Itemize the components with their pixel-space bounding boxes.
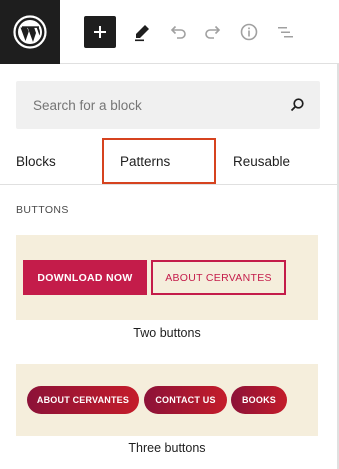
tools-button[interactable]	[126, 16, 158, 48]
redo-icon	[205, 25, 221, 39]
list-view-button[interactable]	[269, 16, 301, 48]
wordpress-logo-button[interactable]	[0, 0, 60, 64]
block-search	[16, 81, 320, 129]
contact-us-pill: CONTACT US	[144, 386, 227, 414]
inserter-tabs: Blocks Patterns Reusable	[0, 138, 337, 185]
pencil-icon	[135, 25, 149, 42]
details-button[interactable]	[233, 16, 265, 48]
pattern-caption: Three buttons	[128, 441, 206, 455]
pattern-two-buttons[interactable]: DOWNLOAD NOW ABOUT CERVANTES	[16, 235, 318, 320]
books-pill: BOOKS	[231, 386, 287, 414]
editor-header	[0, 0, 339, 64]
toggle-inserter-button[interactable]	[84, 16, 116, 48]
pattern-caption: Two buttons	[133, 326, 201, 340]
about-cervantes-button: ABOUT CERVANTES	[151, 260, 286, 295]
pattern-category-title: BUTTONS	[16, 204, 69, 216]
tab-reusable[interactable]: Reusable	[233, 138, 290, 184]
redo-button[interactable]	[197, 16, 229, 48]
list-view-icon	[278, 27, 293, 38]
tab-blocks[interactable]: Blocks	[16, 138, 56, 184]
wordpress-icon	[13, 15, 47, 49]
about-cervantes-pill: ABOUT CERVANTES	[27, 386, 139, 414]
download-now-button: DOWNLOAD NOW	[23, 260, 147, 295]
tab-patterns[interactable]: Patterns	[102, 138, 216, 184]
search-icon	[290, 98, 304, 112]
info-icon	[240, 23, 258, 41]
pattern-three-buttons[interactable]: ABOUT CERVANTES CONTACT US BOOKS	[16, 364, 318, 436]
undo-button[interactable]	[162, 16, 194, 48]
block-search-input[interactable]	[16, 81, 320, 129]
plus-icon	[94, 26, 106, 38]
undo-icon	[170, 25, 186, 39]
